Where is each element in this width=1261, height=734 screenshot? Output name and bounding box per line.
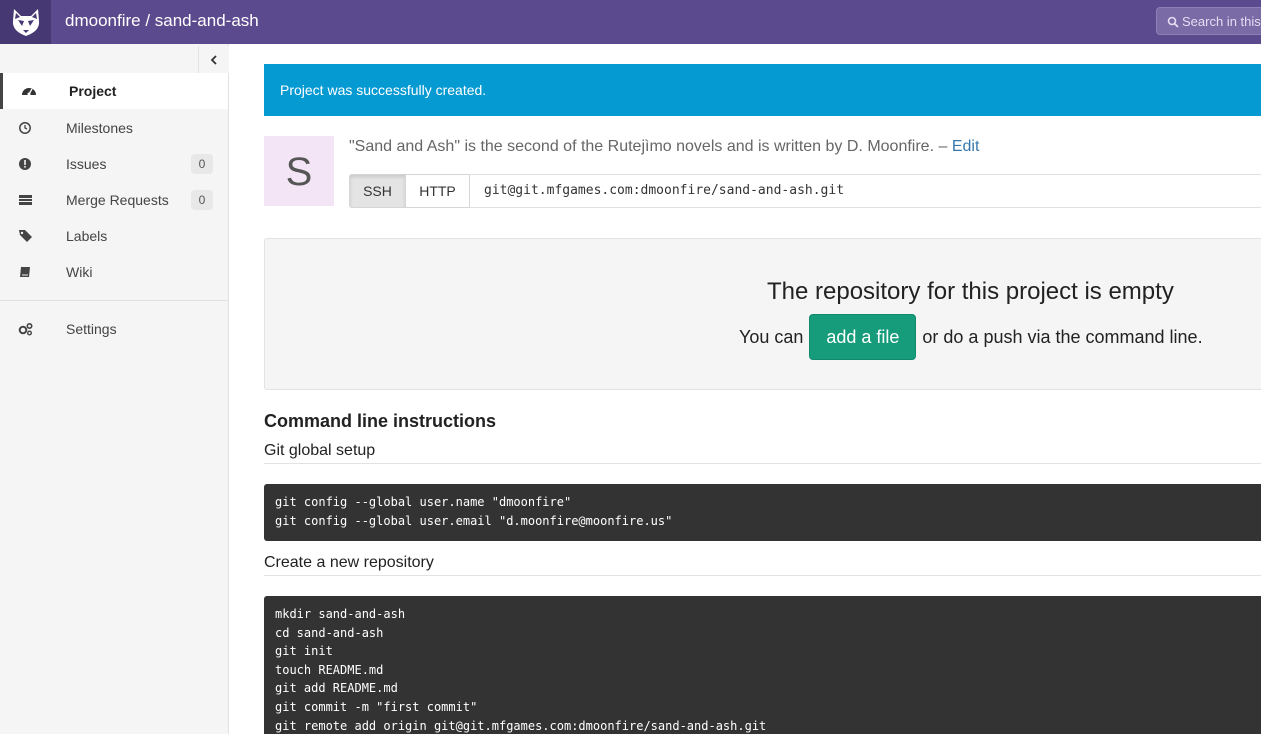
- project-description: "Sand and Ash" is the second of the Rute…: [349, 138, 979, 156]
- empty-repository-panel: The repository for this project is empty…: [264, 238, 1261, 390]
- search-placeholder: Search in this: [1182, 14, 1261, 29]
- list-icon: [19, 195, 32, 205]
- code-line: git config --global user.email "d.moonfi…: [275, 513, 673, 528]
- sidebar-item-project[interactable]: Project: [0, 73, 228, 109]
- code-line: git config --global user.name "dmoonfire…: [275, 495, 572, 509]
- logo-button[interactable]: [0, 0, 51, 44]
- code-line: mkdir sand-and-ash: [275, 607, 406, 621]
- sidebar-item-label: Milestones: [66, 120, 133, 136]
- sidebar-divider: [0, 300, 228, 301]
- empty-repository-title: The repository for this project is empty: [767, 278, 1174, 305]
- project-avatar: S: [264, 136, 334, 206]
- command-line-instructions-heading: Command line instructions: [264, 411, 497, 431]
- tags-icon: [19, 230, 32, 242]
- http-clone-button[interactable]: HTTP: [405, 174, 470, 208]
- code-line: cd sand-and-ash: [275, 625, 384, 640]
- top-header: dmoonfire / sand-and-ash Search in this: [0, 0, 1261, 44]
- edit-description-link[interactable]: Edit: [952, 138, 980, 155]
- section-divider: [264, 575, 1261, 576]
- sidebar-item-labels[interactable]: Labels: [0, 218, 228, 254]
- flash-success-message: Project was successfully created.: [264, 64, 1261, 116]
- create-new-repository-heading: Create a new repository: [264, 554, 434, 571]
- clone-url-input[interactable]: git@git.mfgames.com:dmoonfire/sand-and-a…: [484, 183, 844, 198]
- clock-icon: [19, 122, 31, 134]
- git-global-setup-code-block: git config --global user.name "dmoonfire…: [264, 484, 1261, 541]
- gitlab-fox-logo-icon: [12, 9, 39, 36]
- book-icon: [20, 267, 30, 277]
- search-input[interactable]: Search in this: [1156, 7, 1261, 35]
- code-line: git init: [275, 644, 333, 659]
- project-title-link[interactable]: dmoonfire / sand-and-ash: [65, 11, 259, 31]
- sidebar-item-label: Settings: [66, 321, 117, 337]
- dashboard-icon: [22, 88, 36, 96]
- empty-repository-hint: You can add a file or do a push via the …: [739, 314, 1203, 360]
- search-icon: [1167, 16, 1179, 28]
- sidebar-item-label: Labels: [66, 228, 108, 244]
- code-line: touch README.md: [275, 662, 384, 677]
- sidebar-item-label: Wiki: [66, 264, 93, 280]
- create-repository-code-block: mkdir sand-and-ash cd sand-and-ash git i…: [264, 596, 1261, 734]
- cogs-icon: [18, 322, 33, 336]
- code-line: git commit -m "first commit": [275, 699, 478, 714]
- code-line: git add README.md: [275, 681, 398, 696]
- chevron-left-icon: [210, 54, 217, 65]
- merge-requests-count-badge: 0: [191, 190, 213, 210]
- ssh-clone-button[interactable]: SSH: [349, 174, 406, 208]
- sidebar-item-milestones[interactable]: Milestones: [0, 110, 228, 146]
- collapse-sidebar-button[interactable]: [198, 46, 229, 74]
- project-description-text: "Sand and Ash" is the second of the Rute…: [349, 138, 948, 155]
- hint-prefix: You can: [739, 326, 804, 347]
- sidebar: Project Milestones Issues 0 Merge Reques…: [0, 44, 229, 734]
- clone-url-group: SSH HTTP git@git.mfgames.com:dmoonfire/s…: [349, 174, 1261, 208]
- issues-count-badge: 0: [191, 154, 213, 174]
- sidebar-item-label: Issues: [66, 156, 107, 172]
- sidebar-item-issues[interactable]: Issues 0: [0, 146, 228, 182]
- hint-suffix: or do a push via the command line.: [922, 326, 1203, 347]
- sidebar-item-merge-requests[interactable]: Merge Requests 0: [0, 182, 228, 218]
- git-global-setup-heading: Git global setup: [264, 442, 376, 459]
- sidebar-item-label: Project: [69, 83, 117, 99]
- code-line: git remote add origin git@git.mfgames.co…: [275, 718, 767, 733]
- exclamation-circle-icon: [19, 158, 31, 170]
- add-file-button[interactable]: add a file: [809, 314, 917, 360]
- sidebar-item-wiki[interactable]: Wiki: [0, 254, 228, 290]
- sidebar-item-label: Merge Requests: [66, 192, 169, 208]
- sidebar-item-settings[interactable]: Settings: [0, 311, 228, 347]
- section-divider: [264, 463, 1261, 464]
